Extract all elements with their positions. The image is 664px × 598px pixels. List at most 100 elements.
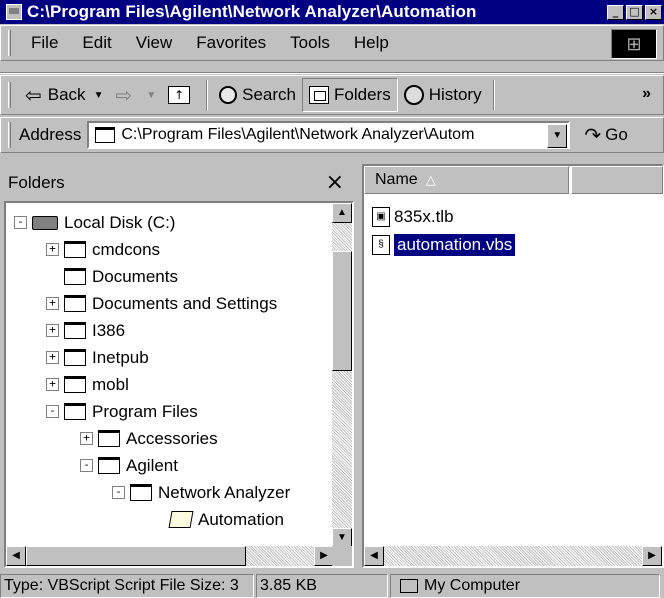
tree-item-label: cmdcons: [92, 239, 161, 259]
tree-item[interactable]: - Agilent: [80, 452, 178, 479]
toolbar-separator: [206, 80, 209, 110]
scroll-right-button[interactable]: ▶: [314, 546, 334, 566]
up-button[interactable]: ↑: [162, 78, 201, 112]
search-icon: [219, 86, 238, 104]
back-button[interactable]: ⇦ Back ▼: [19, 78, 109, 112]
address-dropdown-button[interactable]: ▼: [547, 124, 568, 148]
collapse-icon[interactable]: -: [112, 486, 125, 499]
scroll-thumb[interactable]: [26, 546, 246, 566]
sort-ascending-icon: △: [425, 172, 436, 187]
folders-pane: Folders × - Local Disk (C:) + cmdcons Do…: [4, 164, 354, 568]
address-value[interactable]: C:\Program Files\Agilent\Network Analyze…: [121, 126, 541, 144]
tree-item-label: Local Disk (C:): [64, 212, 176, 232]
toolbar-grip[interactable]: [8, 82, 11, 108]
address-input[interactable]: C:\Program Files\Agilent\Network Analyze…: [87, 121, 571, 149]
tree-item[interactable]: + cmdcons: [46, 236, 160, 263]
menu-file[interactable]: File: [19, 33, 70, 53]
scroll-left-button[interactable]: ◀: [364, 546, 384, 566]
tree-item[interactable]: + Documents and Settings: [46, 290, 277, 317]
tree-item[interactable]: + mobl: [46, 371, 129, 398]
menu-bar-grip[interactable]: [8, 30, 11, 56]
menu-edit[interactable]: Edit: [70, 33, 123, 53]
tree-item-label: Program Files: [92, 401, 198, 421]
open-folder-icon: [168, 511, 194, 528]
address-grip[interactable]: [8, 122, 11, 148]
column-header-name[interactable]: Name △: [364, 166, 569, 194]
tree-item[interactable]: + Inetpub: [46, 344, 149, 371]
history-label: History: [428, 85, 482, 104]
close-icon[interactable]: ×: [326, 170, 344, 195]
files-horizontal-scrollbar[interactable]: ◀ ▶: [364, 546, 662, 566]
folder-icon: [64, 295, 86, 312]
scroll-down-button[interactable]: ▼: [332, 528, 352, 548]
folder-icon: [64, 322, 86, 339]
minimize-button[interactable]: _: [607, 4, 624, 20]
folders-label: Folders: [334, 85, 391, 104]
windows-logo-icon: ⊞: [611, 29, 657, 59]
tree-item-label: mobl: [92, 374, 129, 394]
file-item[interactable]: § automation.vbs: [372, 232, 516, 258]
history-button[interactable]: History: [398, 78, 488, 112]
toolbar-overflow-icon[interactable]: »: [642, 85, 651, 103]
menu-view[interactable]: View: [124, 33, 185, 53]
expand-icon[interactable]: +: [46, 378, 59, 391]
forward-button[interactable]: ⇨ ▼: [109, 78, 162, 112]
folder-icon: [98, 457, 120, 474]
toolbar: ⇦ Back ▼ ⇨ ▼ ↑ Search Folders History »: [0, 75, 664, 115]
file-name: 835x.tlb: [394, 207, 454, 226]
folder-icon: [130, 484, 152, 501]
collapse-icon[interactable]: -: [80, 459, 93, 472]
menu-bar: File Edit View Favorites Tools Help ⊞: [0, 25, 664, 61]
expand-icon[interactable]: +: [46, 243, 59, 256]
window-title: C:\Program Files\Agilent\Network Analyze…: [27, 2, 477, 21]
expand-icon[interactable]: +: [46, 297, 59, 310]
menu-favorites[interactable]: Favorites: [184, 33, 278, 53]
search-button[interactable]: Search: [213, 78, 302, 112]
hard-drive-icon: [32, 215, 58, 230]
tree-item-label: Inetpub: [92, 347, 149, 367]
folder-tree[interactable]: - Local Disk (C:) + cmdcons Documents + …: [4, 201, 354, 568]
go-label: Go: [605, 125, 628, 144]
title-bar: C:\Program Files\Agilent\Network Analyze…: [0, 0, 664, 24]
files-pane[interactable]: Name △ ▣ 835x.tlb § automation.vbs ◀ ▶: [362, 164, 664, 568]
maximize-button[interactable]: □: [626, 4, 643, 20]
tree-item[interactable]: Documents: [64, 263, 178, 290]
scroll-thumb[interactable]: [332, 251, 352, 371]
collapse-icon[interactable]: -: [14, 216, 27, 229]
chevron-down-icon[interactable]: ▼: [94, 90, 104, 101]
forward-arrow-icon: ⇨: [115, 83, 133, 107]
scroll-up-button[interactable]: ▲: [332, 203, 352, 223]
folders-horizontal-scrollbar[interactable]: ◀ ▶: [6, 546, 334, 566]
menu-help[interactable]: Help: [342, 33, 401, 53]
collapse-icon[interactable]: -: [46, 405, 59, 418]
scroll-left-button[interactable]: ◀: [6, 546, 26, 566]
scroll-right-button[interactable]: ▶: [642, 546, 662, 566]
tree-item[interactable]: - Program Files: [46, 398, 198, 425]
tree-item[interactable]: Automation: [168, 506, 284, 533]
expand-icon[interactable]: +: [46, 324, 59, 337]
folder-icon: [64, 268, 86, 285]
folders-vertical-scrollbar[interactable]: ▲ ▼: [332, 203, 352, 548]
chevron-down-icon[interactable]: ▼: [146, 90, 156, 101]
tree-item[interactable]: - Local Disk (C:): [14, 209, 175, 236]
column-header-blank[interactable]: [571, 166, 663, 194]
expand-icon[interactable]: +: [80, 432, 93, 445]
computer-icon: [400, 579, 418, 593]
folder-up-icon: ↑: [168, 86, 191, 104]
history-icon: [403, 85, 424, 105]
file-item[interactable]: ▣ 835x.tlb: [372, 204, 454, 230]
tree-item[interactable]: - Network Analyzer: [112, 479, 290, 506]
go-button[interactable]: ↷ Go: [584, 123, 627, 147]
tree-item-label: Network Analyzer: [158, 482, 291, 502]
toolbar-separator: [492, 80, 495, 110]
folders-button[interactable]: Folders: [302, 78, 398, 112]
status-zone-label: My Computer: [424, 577, 521, 594]
expand-icon[interactable]: +: [46, 351, 59, 364]
folder-icon: [95, 127, 116, 143]
tree-item[interactable]: + Accessories: [80, 425, 218, 452]
menu-tools[interactable]: Tools: [278, 33, 342, 53]
window-icon[interactable]: [6, 4, 22, 20]
tree-item[interactable]: + I386: [46, 317, 125, 344]
close-button[interactable]: ×: [645, 4, 662, 20]
search-label: Search: [242, 85, 297, 104]
